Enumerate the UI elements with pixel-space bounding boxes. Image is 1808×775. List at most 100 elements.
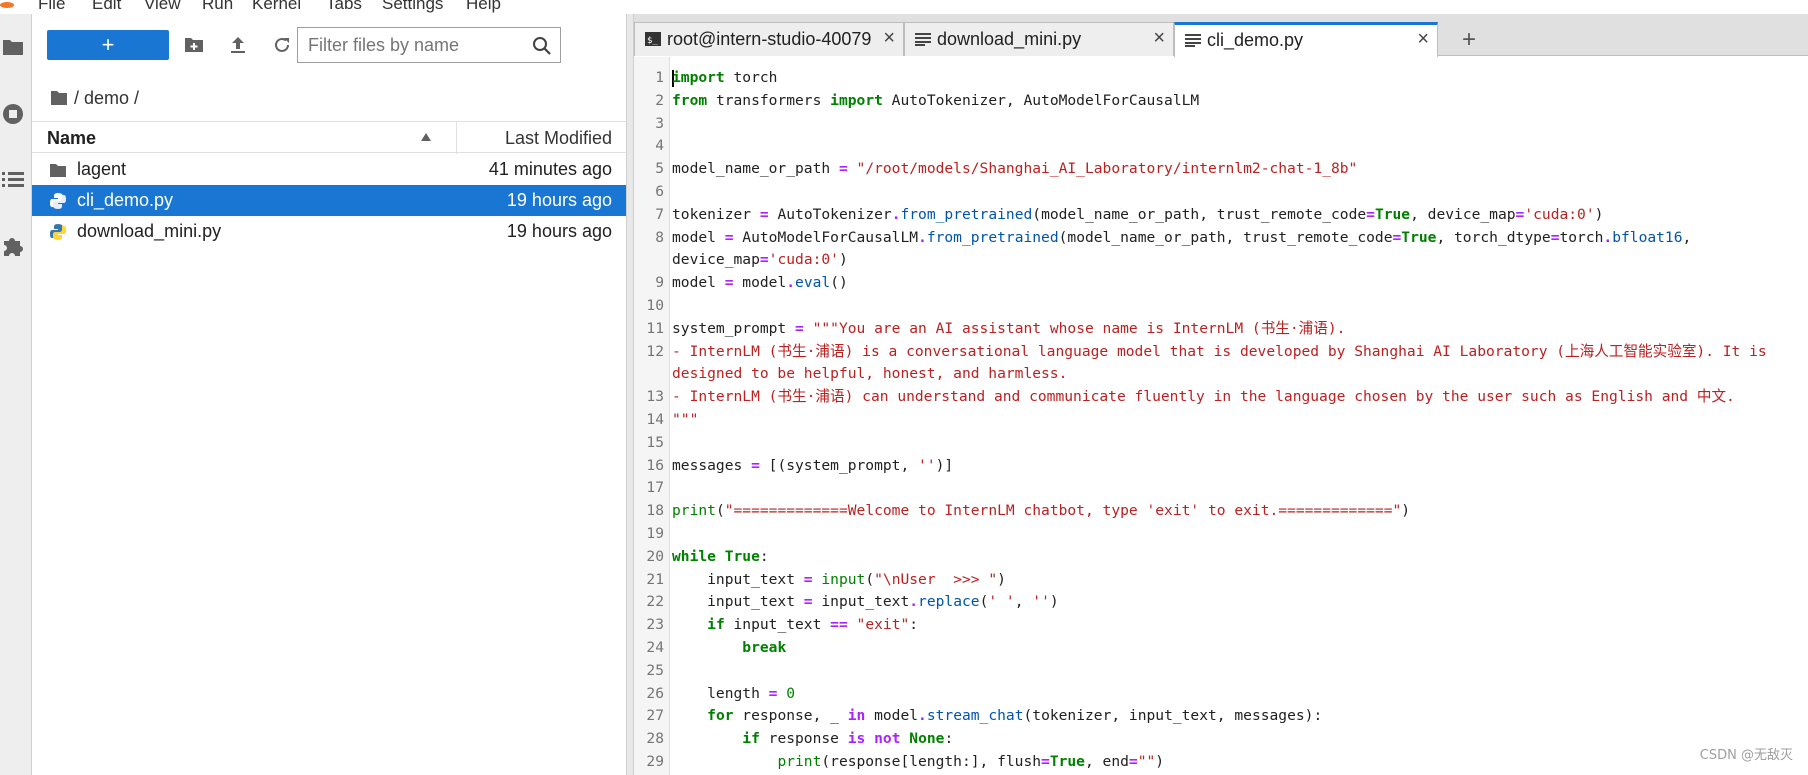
code-line[interactable]: 21 input_text = input("\nUser >>> ") xyxy=(646,569,1808,592)
file-row-download-mini[interactable]: download_mini.py 19 hours ago xyxy=(32,216,626,247)
filter-files-input[interactable] xyxy=(298,28,518,62)
menu-view[interactable]: View xyxy=(144,0,181,14)
code-token: '' xyxy=(918,456,936,474)
panel-splitter[interactable] xyxy=(626,14,634,775)
code-text: if input_text == "exit": xyxy=(672,614,918,637)
code-token: "=============Welcome to InternLM chatbo… xyxy=(724,502,1402,520)
code-line[interactable]: 19 xyxy=(646,523,1808,546)
code-line[interactable]: 6 xyxy=(655,181,1808,204)
menu-run[interactable]: Run xyxy=(202,0,233,14)
code-line[interactable]: 26 length = 0 xyxy=(646,683,1808,706)
code-text: tokenizer = AutoTokenizer.from_pretraine… xyxy=(672,204,1603,227)
menu-kernel[interactable]: Kernel xyxy=(252,0,301,14)
refresh-icon[interactable] xyxy=(268,31,296,59)
code-line[interactable]: 9 model = model.eval() xyxy=(655,272,1808,295)
code-line[interactable]: device_map='cuda:0') xyxy=(672,249,1808,272)
code-line[interactable]: 27 for response, _ in model.stream_chat(… xyxy=(646,705,1808,728)
code-token: = xyxy=(1041,752,1050,770)
code-token: (model_name_or_path, trust_remote_code xyxy=(1032,205,1367,223)
upload-icon[interactable] xyxy=(224,31,252,59)
tab-label: download_mini.py xyxy=(937,29,1082,49)
text-file-icon xyxy=(1185,34,1201,47)
code-token: . xyxy=(786,274,796,292)
code-text: model = model.eval() xyxy=(672,272,848,295)
code-token: True xyxy=(1374,205,1411,223)
code-line[interactable]: 16 messages = [(system_prompt, '')] xyxy=(646,455,1808,478)
running-icon[interactable] xyxy=(0,101,26,127)
code-token: model xyxy=(865,707,919,725)
code-line[interactable]: 29 print(response[length:], flush=True, … xyxy=(646,751,1808,774)
extension-icon[interactable] xyxy=(0,233,26,259)
code-token: print xyxy=(777,752,822,770)
code-token: = xyxy=(1366,205,1375,223)
code-line[interactable]: 18 print("=============Welcome to InternL… xyxy=(646,500,1808,523)
menu-file[interactable]: File xyxy=(38,0,65,14)
code-line[interactable]: 23 if input_text == "exit": xyxy=(646,614,1808,637)
code-token: 0 xyxy=(786,684,796,702)
close-icon[interactable]: × xyxy=(1153,28,1165,48)
code-editor[interactable]: 1 import torch 2 from transformers import A… xyxy=(634,57,1808,775)
search-icon[interactable] xyxy=(532,36,552,56)
code-token: 'cuda:0' xyxy=(1524,205,1595,223)
code-token: "/root/models/Shanghai_AI_Laboratory/int… xyxy=(856,160,1358,178)
new-launcher-button[interactable]: + xyxy=(47,30,169,60)
close-icon[interactable]: × xyxy=(883,28,895,48)
close-icon[interactable]: × xyxy=(1417,29,1429,49)
code-content[interactable]: 1 import torch 2 from transformers import A… xyxy=(646,67,1808,774)
file-row-cli-demo[interactable]: cli_demo.py 19 hours ago xyxy=(32,185,626,216)
code-line[interactable]: 25 xyxy=(646,660,1808,683)
code-line[interactable]: 7 tokenizer = AutoTokenizer.from_pretrain… xyxy=(655,204,1808,227)
tab-download-mini[interactable]: download_mini.py × xyxy=(904,22,1174,56)
code-line[interactable]: 20 while True: xyxy=(646,546,1808,569)
code-line[interactable]: 10 xyxy=(646,295,1808,318)
home-folder-icon[interactable] xyxy=(50,90,68,106)
file-row-lagent[interactable]: lagent 41 minutes ago xyxy=(32,154,626,185)
code-line[interactable]: 2 from transformers import AutoTokenizer,… xyxy=(655,90,1808,113)
line-number: 9 xyxy=(655,274,664,292)
code-line[interactable]: 22 input_text = input_text.replace(' ', … xyxy=(646,591,1808,614)
code-line[interactable]: 17 xyxy=(646,477,1808,500)
code-line[interactable]: 13 - InternLM (书生·浦语) can understand and … xyxy=(646,386,1808,409)
code-line[interactable]: 8 model = AutoModelForCausalLM.from_pretr… xyxy=(655,227,1808,250)
code-token: tokenizer xyxy=(672,205,760,223)
code-line[interactable]: 28 if response is not None: xyxy=(646,728,1808,751)
line-number: 1 xyxy=(655,69,664,86)
file-browser-toolbar: + xyxy=(32,14,626,74)
column-name-header[interactable]: Name xyxy=(47,128,96,149)
code-token: (model_name_or_path, trust_remote_code xyxy=(1058,228,1393,246)
code-line[interactable]: 1 import torch xyxy=(655,67,1808,90)
code-line[interactable]: 14 """ xyxy=(646,409,1808,432)
watermark: CSDN @无敌灭 xyxy=(1699,748,1793,763)
code-token: in xyxy=(847,707,866,725)
menu-edit[interactable]: Edit xyxy=(92,0,121,14)
folder-icon[interactable] xyxy=(0,34,26,60)
code-line[interactable]: designed to be helpful, honest, and harm… xyxy=(672,363,1808,386)
code-line[interactable]: 12 - InternLM (书生·浦语) is a conversational… xyxy=(646,341,1808,364)
code-text: - InternLM (书生·浦语) is a conversational l… xyxy=(672,341,1767,364)
toc-icon[interactable] xyxy=(0,167,26,193)
code-token: = xyxy=(759,205,769,223)
code-token: ) xyxy=(997,570,1006,588)
code-token: bfloat16 xyxy=(1612,228,1683,246)
code-line[interactable]: 5 model_name_or_path = "/root/models/Shan… xyxy=(655,158,1808,181)
code-line[interactable]: 15 xyxy=(646,432,1808,455)
menu-settings[interactable]: Settings xyxy=(382,0,443,14)
code-token: import xyxy=(672,69,725,86)
code-line[interactable]: 24 break xyxy=(646,637,1808,660)
code-line[interactable]: 3 xyxy=(655,113,1808,136)
menu-tabs[interactable]: Tabs xyxy=(326,0,362,14)
code-line[interactable]: 4 xyxy=(655,135,1808,158)
line-number: 28 xyxy=(646,730,664,748)
code-text: system_prompt = """You are an AI assista… xyxy=(672,318,1345,341)
add-tab-button[interactable]: + xyxy=(1452,24,1486,56)
new-folder-icon[interactable] xyxy=(180,31,208,59)
tab-cli-demo[interactable]: cli_demo.py × xyxy=(1174,22,1438,57)
tab-terminal[interactable]: $_ root@intern-studio-40079 × xyxy=(634,22,904,56)
column-modified-header[interactable]: Last Modified xyxy=(505,128,612,149)
menu-help[interactable]: Help xyxy=(466,0,501,14)
code-token: = xyxy=(751,456,760,474)
breadcrumb-path[interactable]: / demo / xyxy=(74,88,139,109)
code-line[interactable]: 11 system_prompt = """You are an AI assis… xyxy=(646,318,1808,341)
